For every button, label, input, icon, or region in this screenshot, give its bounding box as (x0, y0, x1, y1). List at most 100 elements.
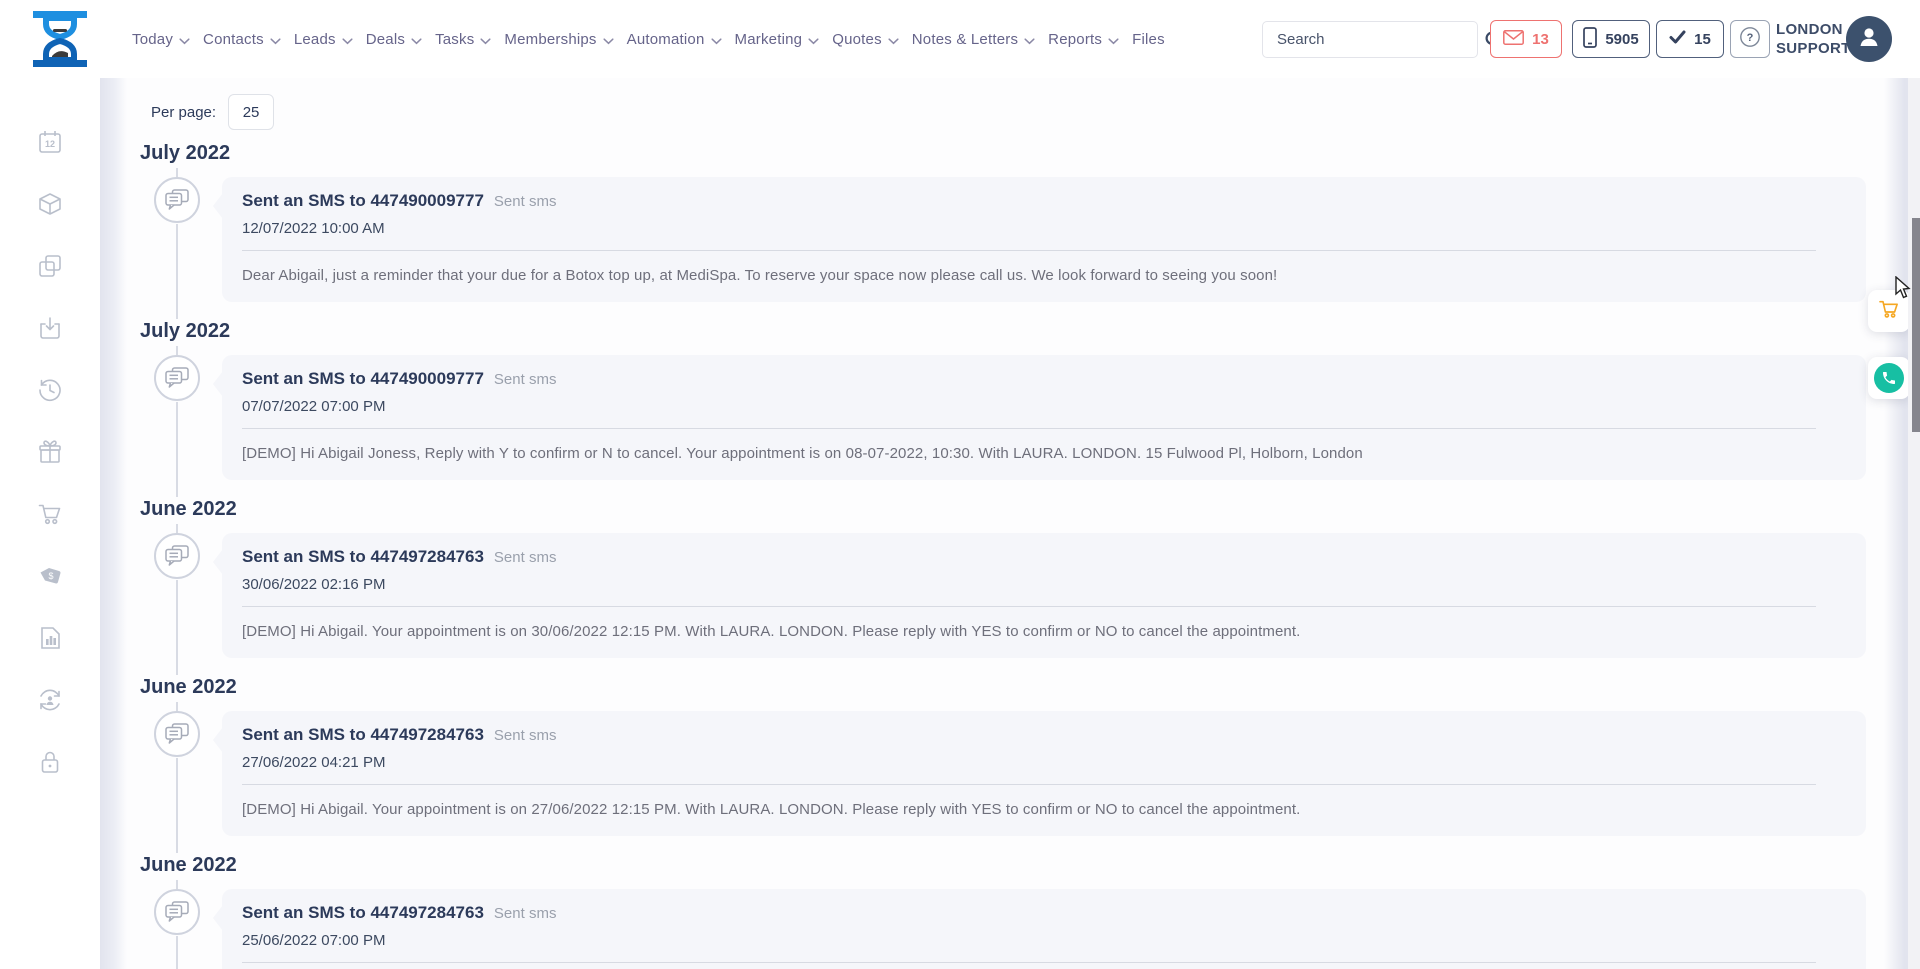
sms-count: 5905 (1605, 31, 1638, 48)
sms-date: 30/06/2022 02:16 PM (242, 576, 1816, 593)
sidebar: 12 (0, 78, 100, 969)
sms-title[interactable]: Sent an SMS to 447490009777 (242, 369, 484, 389)
sms-card-header: Sent an SMS to 447497284763 Sent sms (242, 725, 1816, 745)
nav-item-memberships[interactable]: Memberships (504, 30, 613, 49)
chevron-down-icon (480, 32, 491, 49)
sms-date: 12/07/2022 10:00 AM (242, 220, 1816, 237)
nav-item-notes-letters[interactable]: Notes & Letters (912, 30, 1035, 49)
per-page-select[interactable]: 25 (228, 94, 274, 130)
cart-icon (1877, 297, 1901, 326)
sms-timeline: July 2022 Sent an SMS to 447490009777 Se… (127, 142, 1888, 969)
nav-item-contacts[interactable]: Contacts (203, 30, 281, 49)
copy-icon[interactable] (36, 252, 64, 280)
sms-message: [DEMO] Hi Abigail Joness, Reply with Y t… (242, 445, 1816, 462)
nav-item-label: Files (1132, 31, 1165, 48)
package-icon[interactable] (36, 190, 64, 218)
top-bar: Today Contacts Leads Deals (0, 0, 1920, 78)
nav-item-marketing[interactable]: Marketing (735, 30, 820, 49)
calendar-import-icon[interactable] (36, 314, 64, 342)
sms-card: Sent an SMS to 447497284763 Sent sms 27/… (222, 711, 1866, 836)
person-icon (1855, 23, 1883, 56)
timeline-line (176, 702, 178, 711)
divider (242, 250, 1816, 251)
nav-item-today[interactable]: Today (132, 30, 190, 49)
sms-bubble-icon (154, 889, 200, 935)
chevron-down-icon (603, 32, 614, 49)
nav-item-reports[interactable]: Reports (1048, 30, 1119, 49)
user-name-line2: SUPPORT (1776, 39, 1851, 58)
cart-quick-button[interactable] (1868, 290, 1910, 332)
sms-bubble-icon (154, 711, 200, 757)
sidebar-icons: 12 (36, 128, 64, 776)
user-name: LONDON SUPPORT (1776, 20, 1851, 58)
chevron-down-icon (411, 32, 422, 49)
left-scroll-shadow (100, 78, 127, 969)
nav-item-label: Notes & Letters (912, 31, 1018, 48)
timeline-line (176, 880, 178, 889)
timeline-line (176, 168, 178, 177)
divider (242, 606, 1816, 607)
timeline-line (176, 224, 178, 319)
sms-card-header: Sent an SMS to 447497284763 Sent sms (242, 903, 1816, 923)
chevron-down-icon (1024, 32, 1035, 49)
sms-date: 25/06/2022 07:00 PM (242, 932, 1816, 949)
sms-title[interactable]: Sent an SMS to 447497284763 (242, 903, 484, 923)
tasks-count: 15 (1694, 31, 1711, 48)
checkmark-icon (1669, 30, 1686, 48)
timeline-entry: June 2022 Sent an SMS to 447497284763 Se… (127, 676, 1888, 854)
nav-item-quotes[interactable]: Quotes (832, 30, 899, 49)
svg-text:$: $ (48, 571, 53, 581)
nav-item-label: Leads (294, 31, 336, 48)
sms-title[interactable]: Sent an SMS to 447490009777 (242, 191, 484, 211)
sms-title[interactable]: Sent an SMS to 447497284763 (242, 725, 484, 745)
chevron-down-icon (1108, 32, 1119, 49)
sms-card: Sent an SMS to 447497284763 Sent sms 30/… (222, 533, 1866, 658)
sms-type-tag: Sent sms (494, 193, 557, 210)
tasks-badge[interactable]: 15 (1656, 20, 1724, 58)
mail-badge[interactable]: 13 (1490, 20, 1562, 58)
month-heading: July 2022 (140, 320, 230, 343)
nav-item-leads[interactable]: Leads (294, 30, 353, 49)
nav-item-files[interactable]: Files (1132, 31, 1165, 48)
timeline-line (176, 402, 178, 497)
month-heading: July 2022 (140, 142, 230, 165)
month-heading: June 2022 (140, 676, 237, 699)
search-input[interactable] (1263, 22, 1484, 57)
sms-bubble-icon (154, 355, 200, 401)
help-button[interactable]: ? (1730, 20, 1770, 58)
call-button[interactable] (1868, 357, 1910, 399)
padlock-icon[interactable] (36, 748, 64, 776)
nav-item-label: Reports (1048, 31, 1102, 48)
sms-card-header: Sent an SMS to 447490009777 Sent sms (242, 191, 1816, 211)
price-tag-icon[interactable]: $ (36, 562, 64, 590)
timeline-line (176, 524, 178, 533)
cart-icon[interactable] (36, 500, 64, 528)
nav-item-label: Deals (366, 31, 405, 48)
sms-badge[interactable]: 5905 (1572, 20, 1650, 58)
avatar[interactable] (1846, 16, 1892, 62)
nav-item-deals[interactable]: Deals (366, 30, 422, 49)
nav-item-label: Automation (627, 31, 705, 48)
hourglass-logo-icon[interactable] (28, 7, 92, 71)
sms-message: [DEMO] Hi Abigail. Your appointment is o… (242, 801, 1816, 818)
gift-icon[interactable] (36, 438, 64, 466)
scrollbar[interactable] (1908, 0, 1920, 969)
sms-date: 27/06/2022 04:21 PM (242, 754, 1816, 771)
calendar-12-icon[interactable]: 12 (36, 128, 64, 156)
scrollbar-thumb[interactable] (1912, 218, 1920, 432)
nav-item-automation[interactable]: Automation (627, 30, 722, 49)
search-box (1262, 21, 1478, 58)
nav-item-tasks[interactable]: Tasks (435, 30, 491, 49)
sms-type-tag: Sent sms (494, 549, 557, 566)
chevron-down-icon (342, 32, 353, 49)
history-icon[interactable] (36, 376, 64, 404)
per-page-row: Per page: 25 (151, 92, 1888, 132)
chevron-down-icon (270, 32, 281, 49)
main-nav: Today Contacts Leads Deals (132, 0, 1165, 78)
svg-text:12: 12 (45, 139, 55, 149)
sms-title[interactable]: Sent an SMS to 447497284763 (242, 547, 484, 567)
activity-content: Per page: 25 July 2022 Sent an SMS to 44… (127, 78, 1888, 969)
user-refresh-icon[interactable] (36, 686, 64, 714)
report-chart-icon[interactable] (36, 624, 64, 652)
question-circle-icon: ? (1739, 26, 1761, 52)
